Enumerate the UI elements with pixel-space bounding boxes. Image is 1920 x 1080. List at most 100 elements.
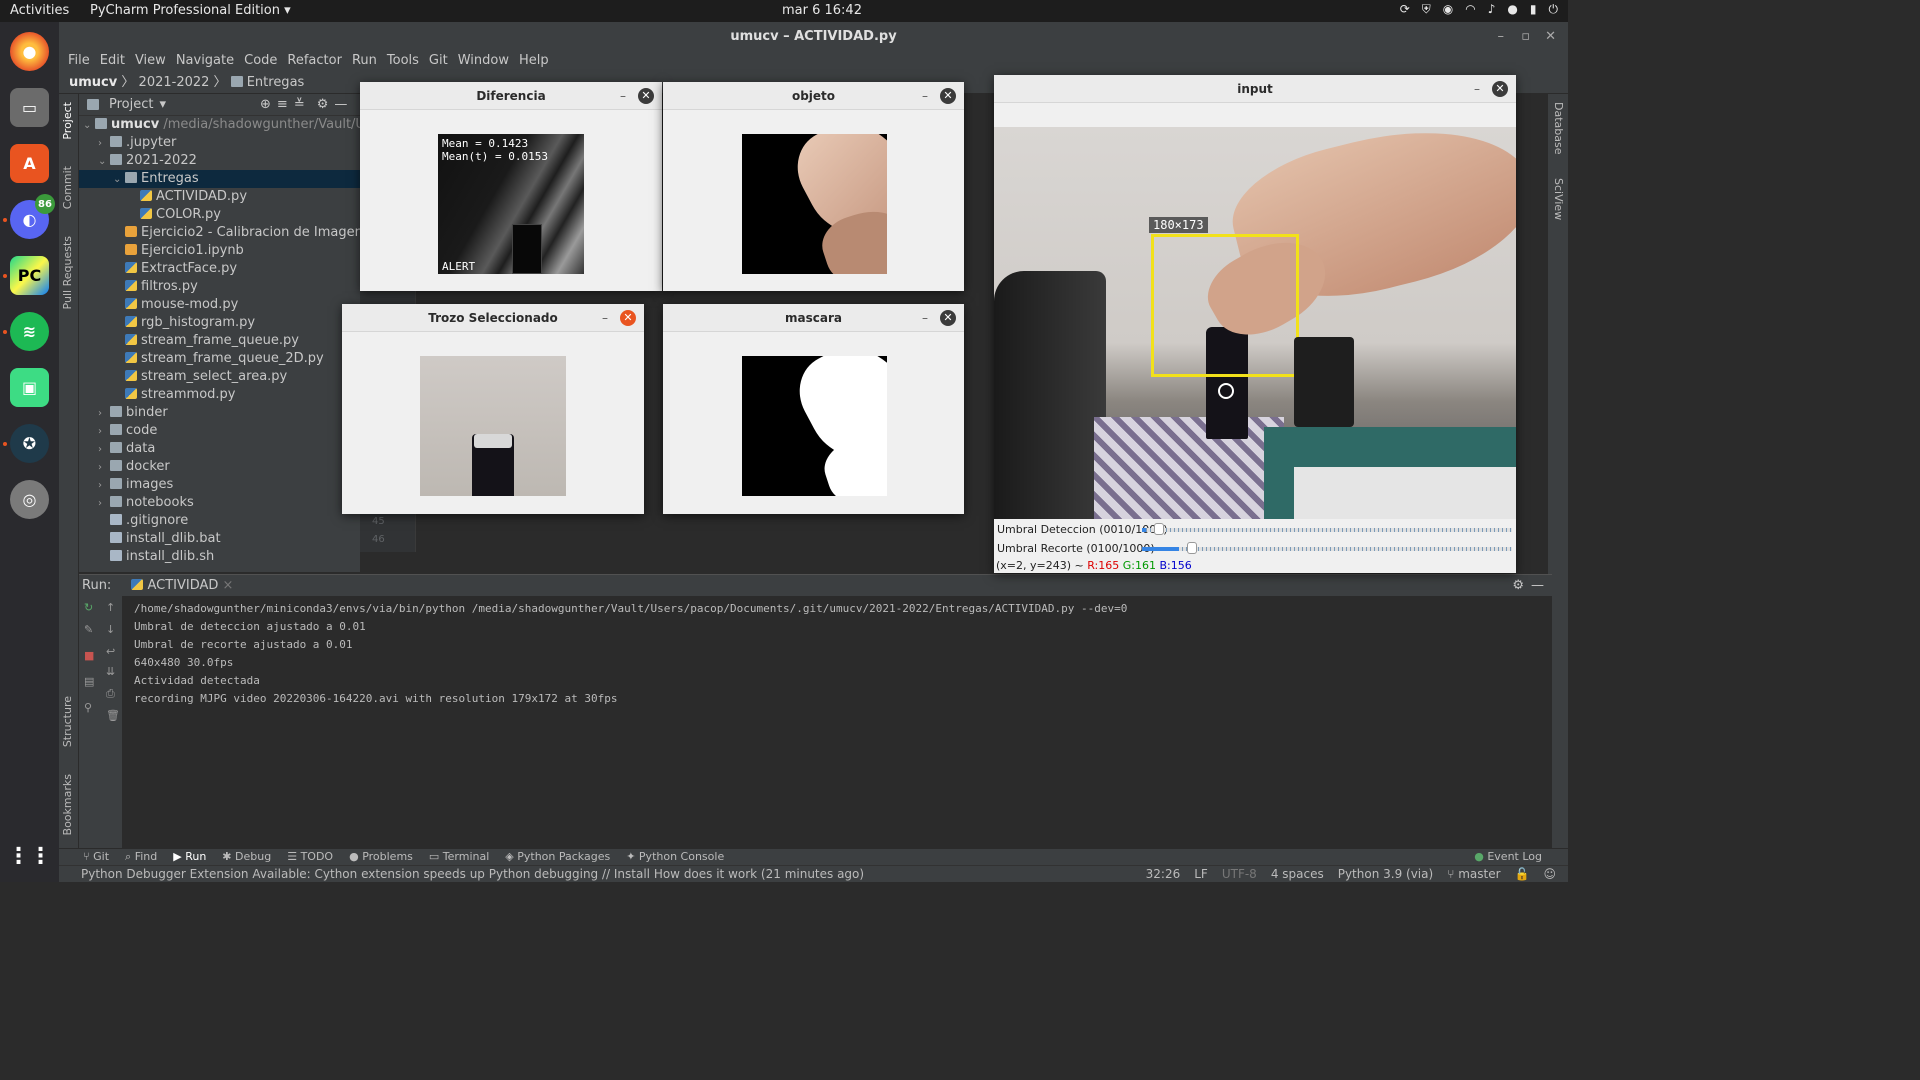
layout-icon[interactable]: ▤ xyxy=(84,676,96,688)
locate-icon[interactable]: ⊕ xyxy=(260,97,271,112)
close-icon[interactable]: ✕ xyxy=(940,310,956,326)
arrow-up-icon[interactable]: ↑ xyxy=(106,602,118,614)
tree-item[interactable]: Ejercicio1.ipynb xyxy=(79,242,360,260)
breadcrumb-folder[interactable]: Entregas xyxy=(247,75,305,90)
close-icon[interactable]: ✕ xyxy=(638,88,654,104)
expand-all-icon[interactable]: ≡ xyxy=(277,97,288,112)
tool-tab-find[interactable]: ⌕ Find xyxy=(125,849,157,865)
tree-item[interactable]: stream_frame_queue_2D.py xyxy=(79,350,360,368)
close-icon[interactable]: ✕ xyxy=(620,310,636,326)
discord-icon[interactable]: ◐ 86 xyxy=(10,194,55,239)
firefox-icon[interactable]: ● xyxy=(10,32,49,71)
line-separator[interactable]: LF xyxy=(1194,866,1208,883)
tool-tab-git[interactable]: ⑂ Git xyxy=(83,849,109,865)
show-applications-icon[interactable]: ⋮⋮ xyxy=(8,837,52,876)
minimize-icon[interactable]: – xyxy=(1498,22,1505,52)
window-title-bar[interactable]: mascara – ✕ xyxy=(663,304,964,332)
tree-item[interactable]: stream_select_area.py xyxy=(79,368,360,386)
arrow-down-icon[interactable]: ↓ xyxy=(106,624,118,636)
tool-tab-run[interactable]: ▶ Run xyxy=(173,849,206,865)
menu-git[interactable]: Git xyxy=(424,52,453,72)
tree-item[interactable]: › notebooks xyxy=(79,494,360,512)
trash-icon[interactable]: 🗑 xyxy=(106,710,120,722)
menu-file[interactable]: File xyxy=(63,52,95,72)
rerun-icon[interactable]: ↻ xyxy=(84,602,96,614)
minimize-icon[interactable]: – xyxy=(620,82,626,110)
tree-item[interactable]: › code xyxy=(79,422,360,440)
menu-code[interactable]: Code xyxy=(239,52,282,72)
android-studio-icon[interactable]: ▣ xyxy=(10,368,49,407)
indent-setting[interactable]: 4 spaces xyxy=(1271,866,1324,883)
lock-icon[interactable]: 🔓 xyxy=(1515,866,1530,883)
chevron-icon[interactable]: › xyxy=(98,135,110,153)
files-icon[interactable]: ▭ xyxy=(10,88,49,127)
update-icon[interactable]: ⟳ xyxy=(1400,2,1410,17)
notifications-icon[interactable]: ☺ xyxy=(1543,866,1556,883)
python-interpreter[interactable]: Python 3.9 (via) xyxy=(1338,866,1433,883)
file-encoding[interactable]: UTF-8 xyxy=(1222,866,1257,883)
soft-wrap-icon[interactable]: ↩ xyxy=(106,646,118,658)
tab-sciview[interactable]: SciView xyxy=(1552,178,1565,220)
tree-item[interactable]: filtros.py xyxy=(79,278,360,296)
tree-item[interactable]: › docker xyxy=(79,458,360,476)
minimize-icon[interactable]: – xyxy=(922,82,928,110)
spotify-icon[interactable]: ≋ xyxy=(10,312,49,351)
breadcrumb-root[interactable]: umucv xyxy=(69,75,117,90)
trackbar-handle[interactable] xyxy=(1153,523,1164,535)
tab-structure[interactable]: Structure xyxy=(61,696,74,747)
gear-icon[interactable]: ⚙ xyxy=(1512,575,1524,596)
menu-tools[interactable]: Tools xyxy=(382,52,424,72)
menu-help[interactable]: Help xyxy=(514,52,554,72)
project-view-selector[interactable]: Project xyxy=(109,97,153,112)
stop-icon[interactable]: ■ xyxy=(84,650,96,662)
run-console[interactable]: /home/shadowgunther/miniconda3/envs/via/… xyxy=(124,596,1552,848)
status-message[interactable]: Python Debugger Extension Available: Cyt… xyxy=(81,867,864,881)
clock[interactable]: mar 6 16:42 xyxy=(782,3,862,18)
caret-position[interactable]: 32:26 xyxy=(1146,866,1181,883)
print-icon[interactable]: ⎙ xyxy=(106,688,118,700)
tab-bookmarks[interactable]: Bookmarks xyxy=(61,774,74,835)
menu-refactor[interactable]: Refactor xyxy=(282,52,347,72)
app-menu-button[interactable]: PyCharm Professional Edition ▾ xyxy=(90,3,291,18)
hide-icon[interactable]: — xyxy=(1531,575,1544,596)
tree-item[interactable]: › .jupyter xyxy=(79,134,360,152)
volume-icon[interactable]: ♪ xyxy=(1488,2,1496,17)
battery-icon[interactable]: ▮ xyxy=(1530,2,1537,17)
window-title-bar[interactable]: Trozo Seleccionado – ✕ xyxy=(342,304,644,332)
chevron-down-icon[interactable]: ⌄ xyxy=(83,117,95,135)
tree-item[interactable]: › images xyxy=(79,476,360,494)
menu-edit[interactable]: Edit xyxy=(95,52,130,72)
tree-item[interactable]: › binder xyxy=(79,404,360,422)
tree-item[interactable]: install_dlib.sh xyxy=(79,548,360,566)
run-tab-actividad[interactable]: ACTIVIDAD × xyxy=(125,575,240,598)
wrench-icon[interactable]: ✎ xyxy=(84,624,96,636)
scroll-to-end-icon[interactable]: ⇊ xyxy=(106,666,118,678)
menu-view[interactable]: View xyxy=(130,52,171,72)
tool-tab-python-packages[interactable]: ◈ Python Packages xyxy=(505,849,610,865)
trackbar-track[interactable] xyxy=(1142,547,1512,551)
tree-item[interactable]: › data xyxy=(79,440,360,458)
tree-item[interactable]: ⌄ Entregas xyxy=(79,170,360,188)
tab-database[interactable]: Database xyxy=(1552,102,1565,155)
tab-pull-requests[interactable]: Pull Requests xyxy=(61,236,74,309)
chevron-icon[interactable]: › xyxy=(98,459,110,477)
tool-tab-python-console[interactable]: ✦ Python Console xyxy=(626,849,724,865)
close-icon[interactable]: ✕ xyxy=(1492,81,1508,97)
chevron-down-icon[interactable]: ▾ xyxy=(159,97,166,112)
roi-rectangle[interactable] xyxy=(1151,234,1299,377)
tree-item[interactable]: ExtractFace.py xyxy=(79,260,360,278)
pin-icon[interactable]: ⚲ xyxy=(84,702,96,714)
window-title-bar[interactable]: objeto – ✕ xyxy=(663,82,964,110)
activities-button[interactable]: Activities xyxy=(10,3,69,18)
tree-item[interactable]: mouse-mod.py xyxy=(79,296,360,314)
discord-tray-icon[interactable]: ◉ xyxy=(1443,2,1453,17)
menu-window[interactable]: Window xyxy=(453,52,514,72)
software-center-icon[interactable]: A xyxy=(10,144,49,183)
tool-tab-problems[interactable]: ● Problems xyxy=(349,849,413,865)
tree-item[interactable]: .gitignore xyxy=(79,512,360,530)
chevron-icon[interactable]: › xyxy=(98,477,110,495)
tree-item[interactable]: streammod.py xyxy=(79,386,360,404)
tree-item[interactable]: rgb_histogram.py xyxy=(79,314,360,332)
gear-icon[interactable]: ⚙ xyxy=(317,97,329,112)
tree-item[interactable]: Ejercicio2 - Calibracion de Imagen.ipynb xyxy=(79,224,360,242)
